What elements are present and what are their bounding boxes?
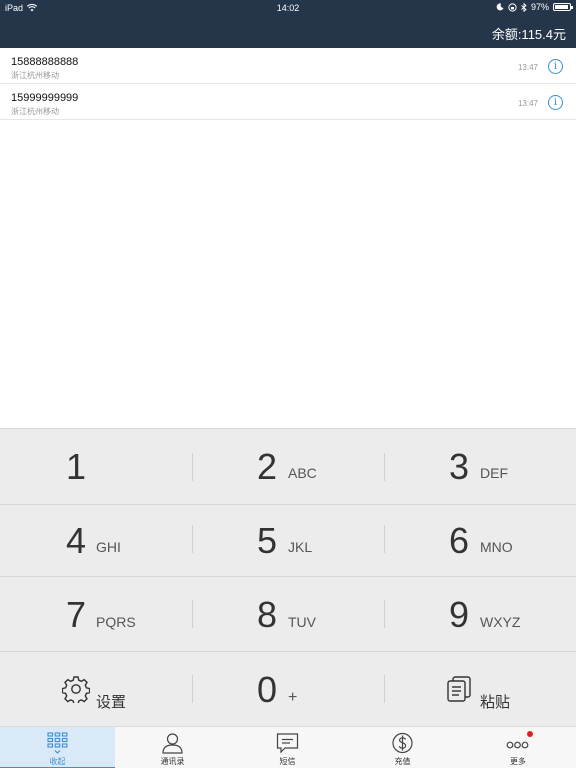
key-digit: 2	[257, 446, 278, 487]
key-digit: 1	[66, 446, 87, 487]
dollar-icon	[392, 732, 413, 754]
paste-icon	[447, 676, 471, 702]
balance-label[interactable]: 余额:115.4元	[492, 24, 566, 43]
call-location: 浙江杭州移动	[11, 107, 59, 116]
moon-icon	[496, 3, 504, 11]
message-icon	[276, 733, 299, 754]
key-2[interactable]: 2 ABC	[192, 429, 384, 505]
tab-label: 更多	[510, 757, 526, 766]
key-letters: WXYZ	[480, 614, 521, 630]
key-9[interactable]: 9 WXYZ	[384, 576, 576, 652]
key-0[interactable]: 0 +	[192, 651, 384, 727]
paste-label: 粘贴	[480, 694, 511, 711]
bluetooth-icon	[521, 2, 527, 12]
keypad-row: 7 PQRS 8 TUV 9 WXYZ	[0, 576, 576, 652]
tab-more[interactable]: 更多	[460, 727, 576, 768]
info-icon[interactable]: i	[548, 95, 563, 110]
key-digit: 8	[257, 594, 278, 635]
call-location: 浙江杭州移动	[11, 71, 59, 80]
key-plus: +	[288, 689, 298, 706]
key-digit: 9	[449, 594, 470, 635]
tab-collapse[interactable]: 收起	[0, 727, 115, 768]
keypad-row: 设置 0 + 粘贴	[0, 651, 576, 727]
tab-label: 通讯录	[160, 757, 185, 766]
key-7[interactable]: 7 PQRS	[0, 576, 192, 652]
tab-messages[interactable]: 短信	[230, 727, 345, 768]
key-letters: DEF	[480, 465, 508, 481]
dial-keypad: 1 2 ABC 3 DEF 4 GHI 5 JKL 6 MNO 7 PQRS 8…	[0, 428, 576, 726]
key-8[interactable]: 8 TUV	[192, 576, 384, 652]
tab-recharge[interactable]: 充值	[345, 727, 460, 768]
key-letters: ABC	[288, 465, 317, 481]
key-letters: PQRS	[96, 614, 136, 630]
keypad-row: 1 2 ABC 3 DEF	[0, 429, 576, 505]
keypad-collapse-icon	[47, 732, 68, 754]
key-letters: GHI	[96, 539, 121, 555]
settings-key[interactable]: 设置	[0, 651, 192, 727]
key-1[interactable]: 1	[0, 429, 192, 505]
key-digit: 3	[449, 446, 470, 487]
call-history-list: 15888888888 浙江杭州移动 13:47 i 15999999999 浙…	[0, 48, 576, 120]
call-time: 13:47	[517, 99, 538, 108]
key-digit: 7	[66, 594, 87, 635]
key-digit: 4	[66, 520, 87, 561]
contacts-icon	[162, 733, 183, 754]
status-time: 14:02	[276, 3, 300, 13]
call-item[interactable]: 15999999999 浙江杭州移动 13:47 i	[0, 84, 576, 120]
tab-contacts[interactable]: 通讯录	[115, 727, 230, 768]
key-3[interactable]: 3 DEF	[384, 429, 576, 505]
tab-label: 收起	[49, 757, 66, 766]
battery-icon	[553, 3, 573, 11]
tab-label: 充值	[394, 757, 411, 766]
top-bar: iPad 14:02 97% 余额:115.4元	[0, 0, 576, 48]
paste-key[interactable]: 粘贴	[384, 651, 576, 727]
call-item[interactable]: 15888888888 浙江杭州移动 13:47 i	[0, 48, 576, 84]
key-5[interactable]: 5 JKL	[192, 501, 384, 577]
tab-label: 短信	[279, 757, 296, 766]
gear-icon	[62, 676, 90, 703]
settings-label: 设置	[96, 694, 127, 711]
keypad-row: 4 GHI 5 JKL 6 MNO	[0, 501, 576, 577]
battery-percent: 97%	[530, 2, 549, 12]
key-digit: 0	[257, 669, 278, 710]
key-digit: 5	[257, 520, 278, 561]
info-icon[interactable]: i	[548, 59, 563, 74]
status-bar: iPad 14:02 97%	[0, 0, 576, 16]
call-number: 15999999999	[11, 92, 79, 104]
key-letters: TUV	[288, 614, 316, 630]
call-time: 13:47	[517, 63, 538, 72]
key-letters: JKL	[288, 539, 313, 555]
key-letters: MNO	[480, 539, 513, 555]
key-6[interactable]: 6 MNO	[384, 501, 576, 577]
key-digit: 6	[449, 520, 470, 561]
tab-bar: 收起 通讯录 短信 充值 更多	[0, 726, 576, 768]
call-number: 15888888888	[11, 56, 79, 68]
rotation-lock-icon	[508, 2, 517, 12]
notification-badge	[527, 731, 533, 737]
key-4[interactable]: 4 GHI	[0, 501, 192, 577]
